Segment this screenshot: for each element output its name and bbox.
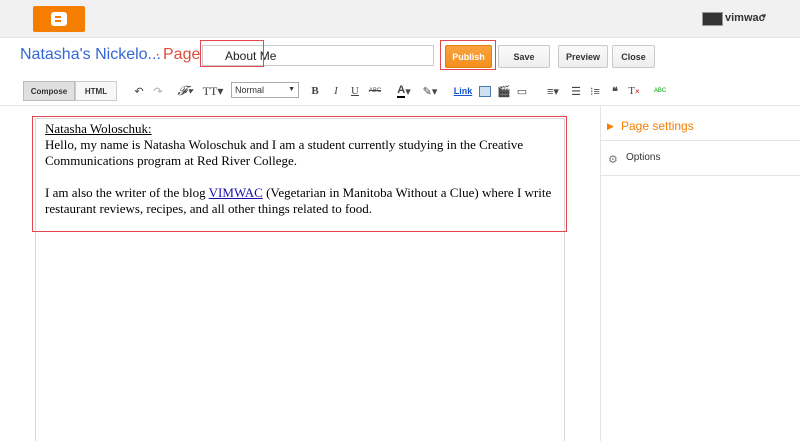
remove-formatting-icon[interactable]: T ×: [628, 84, 640, 98]
numbered-list-icon[interactable]: ☰: [570, 84, 582, 98]
content-highlight-box: [32, 116, 567, 232]
save-button[interactable]: Save: [498, 45, 550, 68]
close-button[interactable]: Close: [612, 45, 655, 68]
title-separator: ·: [155, 46, 161, 63]
options-item[interactable]: Options: [626, 152, 660, 163]
font-size-icon[interactable]: TT▾: [201, 84, 225, 98]
blogger-logo-icon[interactable]: [33, 6, 85, 32]
tab-compose[interactable]: Compose: [23, 81, 75, 101]
format-select[interactable]: Normal ▼: [231, 82, 299, 98]
page-settings-header[interactable]: Page settings: [621, 119, 694, 133]
caret-right-icon[interactable]: ▶: [607, 121, 614, 132]
highlight-color-icon[interactable]: ✎▾: [420, 84, 440, 98]
preview-button[interactable]: Preview: [558, 45, 608, 68]
username[interactable]: vimwac: [725, 12, 765, 24]
insert-image-icon[interactable]: [479, 84, 491, 98]
bold-button[interactable]: B: [310, 84, 320, 98]
sidebar-divider: [600, 105, 601, 441]
chevron-down-icon: ▼: [288, 86, 295, 93]
italic-button[interactable]: I: [331, 84, 341, 98]
title-highlight-box: [200, 40, 264, 67]
chevron-down-icon[interactable]: ▼: [760, 12, 768, 21]
strikethrough-button[interactable]: ABC: [368, 84, 382, 98]
avatar[interactable]: [702, 12, 723, 26]
underline-button[interactable]: U: [350, 84, 360, 98]
bullet-list-icon[interactable]: ⁝≡: [589, 84, 601, 98]
page-type-label: Page: [163, 46, 201, 63]
blog-title-link[interactable]: Natasha's Nickelo...: [20, 46, 161, 64]
top-bar: [0, 0, 800, 38]
undo-icon[interactable]: ↶: [133, 84, 145, 98]
font-family-icon[interactable]: 𝓕▾: [175, 83, 195, 98]
gear-icon[interactable]: ⚙: [608, 153, 618, 166]
insert-video-icon[interactable]: 🎬: [497, 84, 511, 98]
text-color-icon[interactable]: A ▾: [394, 84, 414, 98]
quote-icon[interactable]: ❝: [609, 84, 621, 98]
divider: [601, 175, 800, 176]
spellcheck-icon[interactable]: ABC: [654, 84, 666, 98]
insert-jump-break-icon[interactable]: ▭: [516, 84, 528, 98]
tab-html[interactable]: HTML: [75, 81, 117, 101]
link-button[interactable]: Link: [452, 84, 474, 98]
align-icon[interactable]: ≡▾: [543, 84, 563, 98]
divider: [601, 140, 800, 141]
publish-highlight-box: [440, 40, 496, 70]
format-select-value: Normal: [235, 85, 265, 95]
redo-icon[interactable]: ↷: [152, 84, 164, 98]
